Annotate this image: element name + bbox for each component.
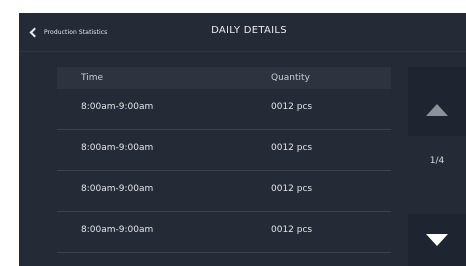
- triangle-up-icon: [426, 104, 448, 116]
- quantity-cell: 0012 pcs: [271, 143, 313, 153]
- table-row: 8:00am-9:00am 0012 pcs: [57, 212, 391, 253]
- time-cell: 8:00am-9:00am: [81, 184, 154, 194]
- column-header-time: Time: [81, 73, 104, 83]
- page-down-button[interactable]: [408, 214, 466, 266]
- time-cell: 8:00am-9:00am: [81, 102, 154, 112]
- triangle-down-icon: [426, 234, 448, 246]
- time-cell: 8:00am-9:00am: [81, 225, 154, 235]
- time-cell: 8:00am-9:00am: [81, 143, 154, 153]
- page-up-button[interactable]: [408, 67, 466, 136]
- top-bar: Production Statistics DAILY DETAILS: [19, 13, 466, 52]
- page-indicator: 1/4: [429, 156, 445, 166]
- table-row: 8:00am-9:00am 0012 pcs: [57, 130, 391, 171]
- back-button[interactable]: Production Statistics: [29, 25, 107, 39]
- quantity-cell: 0012 pcs: [271, 225, 313, 235]
- quantity-cell: 0012 pcs: [271, 102, 313, 112]
- table-row: 8:00am-9:00am 0012 pcs: [57, 171, 391, 212]
- table-row: 8:00am-9:00am 0012 pcs: [57, 89, 391, 130]
- back-label: Production Statistics: [44, 28, 108, 36]
- details-table: Time Quantity 8:00am-9:00am 0012 pcs 8:0…: [57, 67, 391, 253]
- page-title: DAILY DETAILS: [211, 25, 287, 36]
- table-header: Time Quantity: [57, 67, 391, 89]
- daily-details-screen: Production Statistics DAILY DETAILS Time…: [19, 13, 466, 266]
- column-header-quantity: Quantity: [271, 73, 310, 83]
- quantity-cell: 0012 pcs: [271, 184, 313, 194]
- chevron-left-icon: [29, 27, 40, 37]
